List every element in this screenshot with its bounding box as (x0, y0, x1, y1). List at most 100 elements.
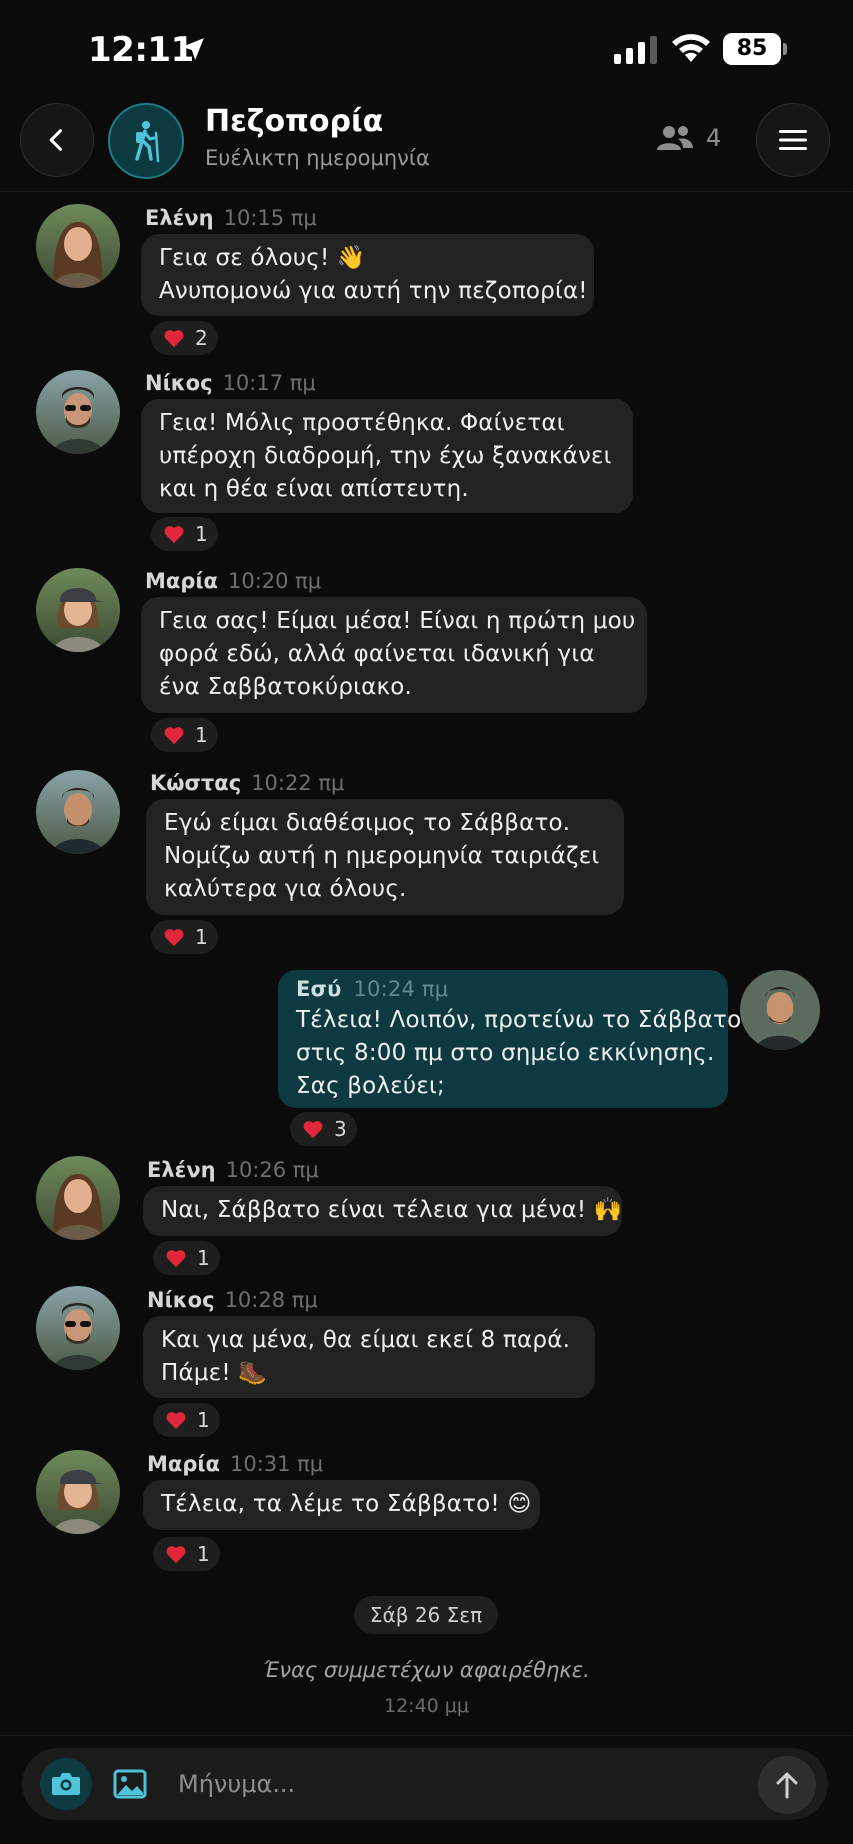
reaction-count: 1 (197, 1408, 210, 1432)
message-bubble[interactable]: Εγώ είμαι διαθέσιμος το Σάββατο. Νομίζω … (146, 799, 624, 915)
message-time: 10:20 πμ (227, 569, 322, 593)
message-time: 10:22 πμ (251, 771, 345, 795)
message-input[interactable] (178, 1762, 738, 1806)
message-line: Τέλεια! Λοιπόν, προτείνω το Σάββατο (296, 1007, 742, 1033)
message-bubble[interactable]: Γεια σας! Είμαι μέσα! Είναι η πρώτη μου … (141, 597, 647, 713)
sender-name: Εσύ (296, 977, 342, 1001)
reaction-chip[interactable]: 1 (151, 718, 218, 752)
avatar-me[interactable] (740, 970, 820, 1050)
message-meta: Εσύ 10:24 πμ (296, 974, 710, 1004)
message-bubble[interactable]: Ναι, Σάββατο είναι τέλεια για μένα! 🙌 (143, 1186, 622, 1236)
composer (22, 1748, 828, 1820)
image-gallery-icon (113, 1769, 147, 1799)
camera-icon (52, 1773, 80, 1795)
arrow-up-icon (776, 1772, 798, 1799)
reaction-chip[interactable]: 3 (290, 1112, 357, 1146)
reaction-chip[interactable]: 1 (153, 1537, 220, 1571)
message-line: Γεια! Μόλις προστέθηκα. Φαίνεται (159, 410, 565, 436)
group-avatar[interactable] (108, 103, 184, 179)
message-line: Σας βολεύει; (296, 1073, 445, 1099)
message-line: και η θέα είναι απίστευτη. (159, 476, 469, 502)
avatar-nikos[interactable] (36, 370, 120, 454)
heart-icon (164, 727, 184, 745)
my-message-bubble[interactable]: Εσύ 10:24 πμ Τέλεια! Λοιπόν, προτείνω το … (278, 970, 742, 1108)
message-meta: Μαρία 10:31 πμ (147, 1452, 323, 1476)
message-line: στις 8:00 πμ στο σημείο εκκίνησης. (296, 1040, 715, 1066)
system-message-time: 12:40 μμ (384, 1695, 469, 1717)
menu-button[interactable] (756, 103, 830, 177)
reaction-count: 1 (197, 1246, 210, 1270)
date-divider: Σάβ 26 Σεπ (354, 1596, 498, 1634)
message-line: Τέλεια, τα λέμε το Σάββατο! 😊 (161, 1491, 532, 1517)
chevron-left-icon (49, 129, 63, 151)
message-line: Ναι, Σάββατο είναι τέλεια για μένα! 🙌 (161, 1197, 623, 1223)
heart-icon (166, 1250, 186, 1268)
reaction-count: 1 (195, 723, 208, 747)
reaction-chip[interactable]: 1 (153, 1403, 220, 1437)
message-time: 10:24 πμ (353, 977, 449, 1001)
message-meta: Ελένη 10:15 πμ (145, 206, 317, 230)
message-line: Ανυπομονώ για αυτή την πεζοπορία! (159, 278, 588, 304)
heart-icon (303, 1121, 323, 1139)
message-time: 10:31 πμ (229, 1452, 324, 1476)
avatar-eleni[interactable] (36, 204, 120, 288)
back-button[interactable] (20, 103, 94, 177)
reaction-count: 1 (195, 522, 208, 546)
heart-icon (166, 1546, 186, 1564)
reaction-count: 1 (197, 1542, 210, 1566)
message-bubble[interactable]: Γεια σε όλους! 👋 Ανυπομονώ για αυτή την … (141, 234, 594, 316)
battery-tip (783, 43, 787, 55)
message-line: Και για μένα, θα είμαι εκεί 8 παρά. (161, 1327, 571, 1353)
message-line: Νομίζω αυτή η ημερομηνία ταιριάζει (164, 843, 600, 869)
sender-name: Μαρία (145, 569, 218, 593)
hamburger-menu-icon (779, 130, 807, 150)
avatar-eleni[interactable] (36, 1156, 120, 1240)
message-line: υπέροχη διαδρομή, την έχω ξανακάνει (159, 443, 612, 469)
group-subtitle: Ευέλικτη ημερομηνία (205, 146, 430, 170)
status-time: 12:11 (88, 30, 194, 70)
camera-button[interactable] (40, 1758, 92, 1810)
reaction-chip[interactable]: 1 (151, 517, 218, 551)
group-title: Πεζοπορία (205, 104, 384, 139)
reaction-count: 3 (334, 1117, 347, 1141)
sender-name: Ελένη (147, 1158, 216, 1182)
reaction-chip[interactable]: 1 (153, 1241, 220, 1275)
message-time: 10:15 πμ (223, 206, 317, 230)
member-count: 4 (706, 124, 722, 152)
avatar-nikos[interactable] (36, 1286, 120, 1370)
reaction-chip[interactable]: 2 (151, 321, 218, 355)
message-bubble[interactable]: Και για μένα, θα είμαι εκεί 8 παρά. Πάμε… (143, 1316, 595, 1398)
message-line: Εγώ είμαι διαθέσιμος το Σάββατο. (164, 810, 571, 836)
gallery-button[interactable] (108, 1762, 152, 1806)
avatar-maria[interactable] (36, 1450, 120, 1534)
sender-name: Νίκος (145, 371, 213, 395)
members-indicator[interactable]: 4 (656, 124, 721, 152)
location-arrow-icon (182, 38, 204, 60)
reaction-count: 2 (195, 326, 208, 350)
sender-name: Νίκος (147, 1288, 215, 1312)
sender-name: Ελένη (145, 206, 214, 230)
message-line: ένα Σαββατοκύριακο. (159, 674, 413, 700)
message-meta: Μαρία 10:20 πμ (145, 569, 321, 593)
message-bubble[interactable]: Τέλεια, τα λέμε το Σάββατο! 😊 (143, 1480, 540, 1530)
avatar-kostas[interactable] (36, 770, 120, 854)
reaction-chip[interactable]: 1 (151, 920, 218, 954)
message-meta: Νίκος 10:28 πμ (147, 1288, 318, 1312)
message-bubble[interactable]: Γεια! Μόλις προστέθηκα. Φαίνεται υπέροχη… (141, 399, 633, 513)
heart-icon (164, 526, 184, 544)
status-bar: 12:11 85 (0, 0, 853, 100)
send-button[interactable] (758, 1756, 816, 1814)
composer-divider (0, 1735, 853, 1736)
users-icon (657, 126, 693, 150)
chat-header: Πεζοπορία Ευέλικτη ημερομηνία 4 (0, 100, 853, 192)
heart-icon (164, 929, 184, 947)
hiker-icon (135, 121, 160, 163)
message-meta: Ελένη 10:26 πμ (147, 1158, 319, 1182)
message-line: Γεια σας! Είμαι μέσα! Είναι η πρώτη μου (159, 608, 636, 634)
message-meta: Νίκος 10:17 πμ (145, 371, 316, 395)
wifi-icon (672, 34, 710, 62)
heart-icon (164, 330, 184, 348)
system-message: Ένας συμμετέχων αφαιρέθηκε. (263, 1658, 590, 1682)
message-line: Πάμε! 🥾 (161, 1360, 268, 1386)
avatar-maria[interactable] (36, 568, 120, 652)
